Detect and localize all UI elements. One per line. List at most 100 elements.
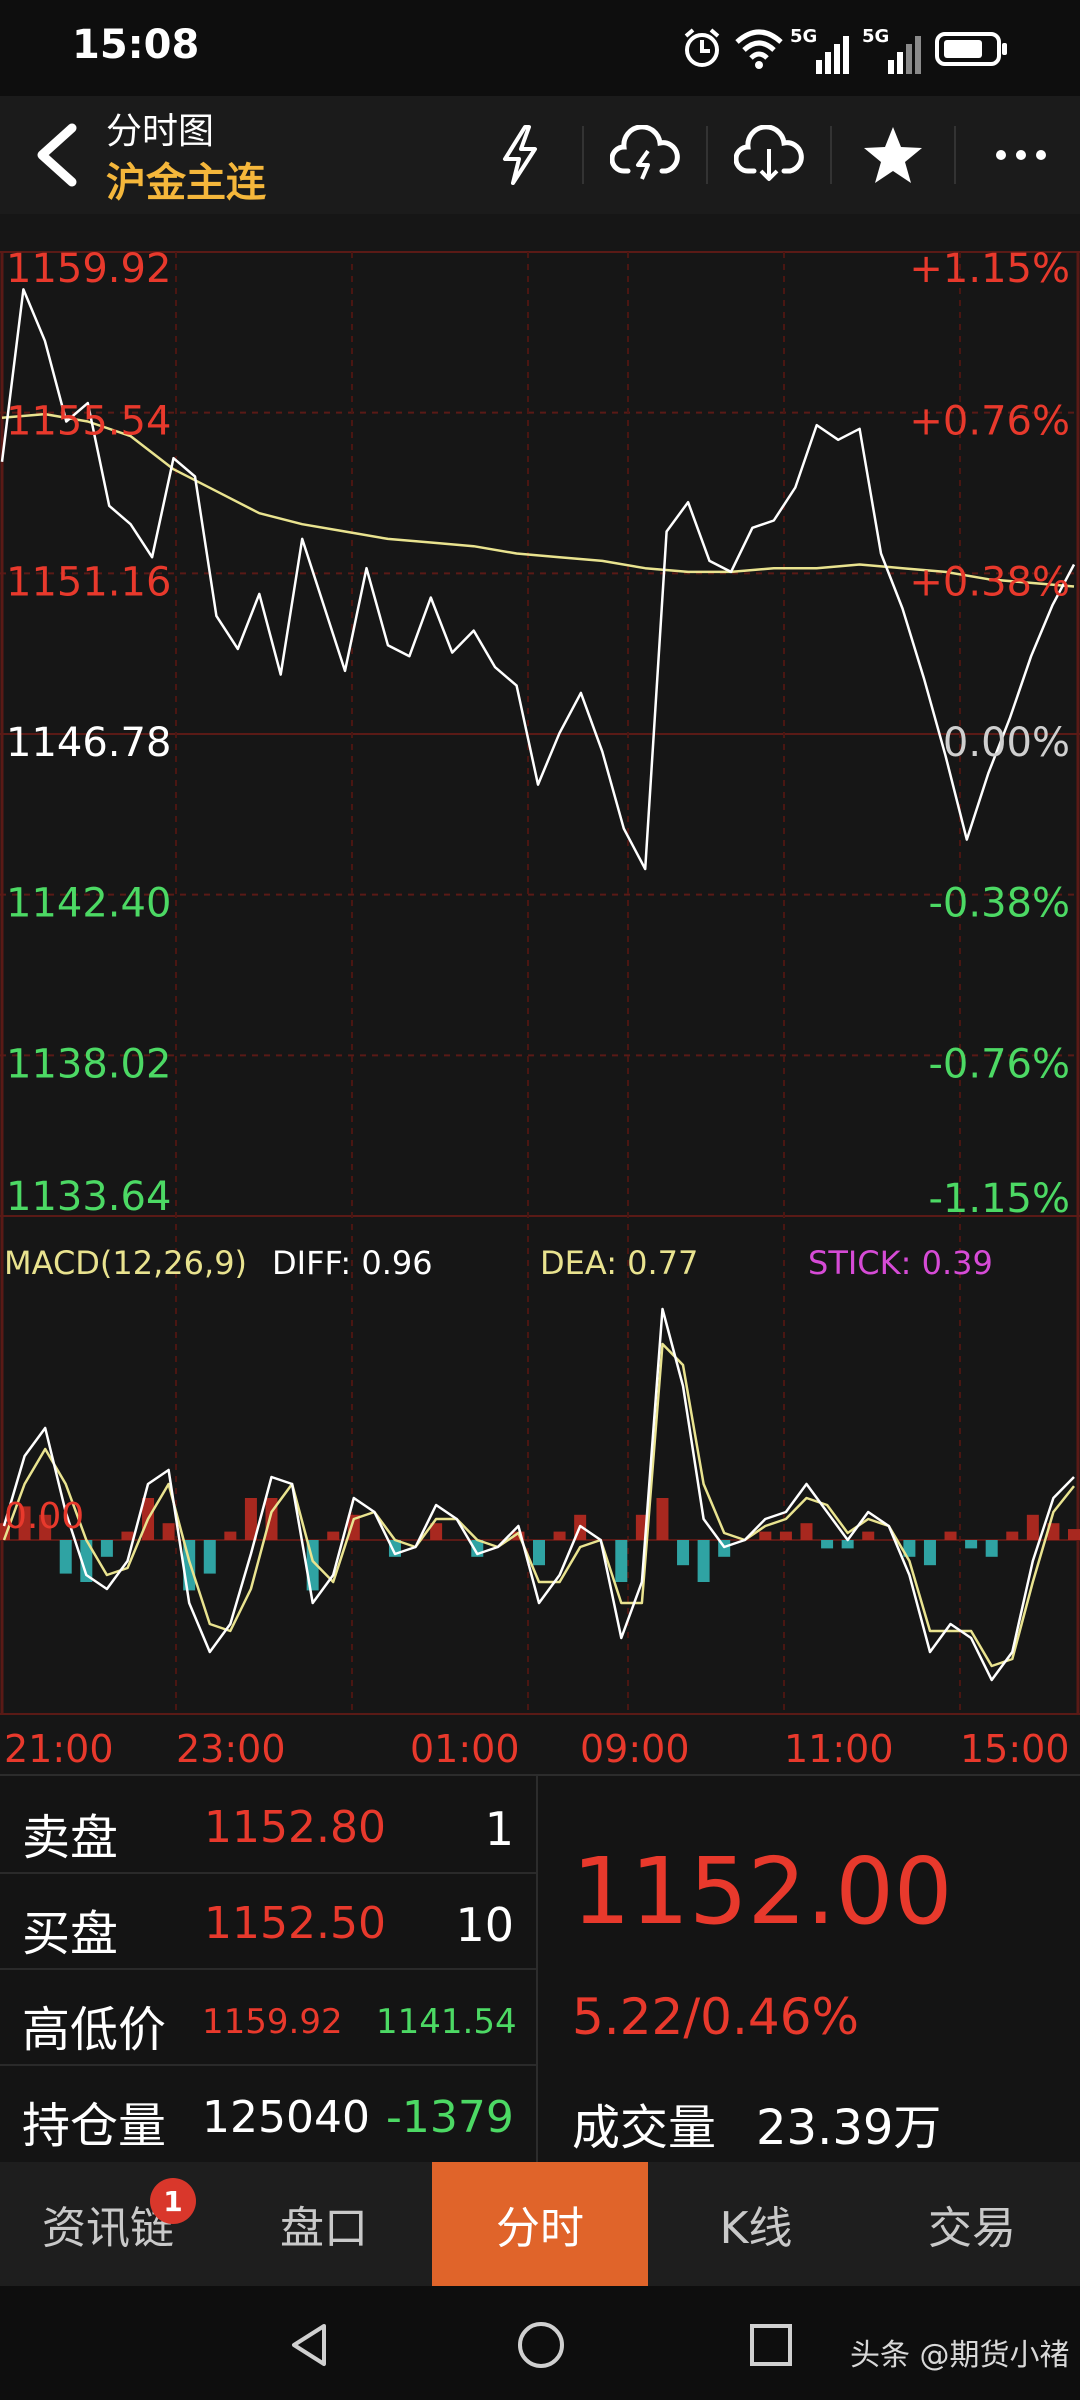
battery-icon [935, 32, 1007, 66]
macd-histogram-bar [697, 1540, 710, 1582]
nav-back-icon[interactable] [284, 2320, 334, 2370]
tab-intraday-label: 分时 [496, 2203, 584, 2254]
tab-news[interactable]: 资讯链 1 [0, 2162, 216, 2286]
macd-histogram-bar [1006, 1531, 1019, 1540]
macd-histogram-bar [862, 1531, 875, 1540]
intraday-chart[interactable]: 1159.92 1155.54 1151.16 1146.78 1142.40 1138.… [0, 214, 1080, 1774]
time-axis-label: 09:00 [580, 1727, 690, 1771]
ask-price: 1152.80 [204, 1802, 386, 1853]
macd-histogram-bar [1026, 1514, 1039, 1540]
macd-dea-value: DEA: 0.77 [540, 1244, 698, 1282]
bid-qty: 10 [455, 1898, 514, 1952]
bid-row: 买盘 1152.50 10 [0, 1872, 536, 1970]
bid-price: 1152.50 [204, 1898, 386, 1949]
cloud-upload-icon [610, 125, 680, 180]
tab-kline[interactable]: K线 [648, 2162, 864, 2286]
time-axis-label: 11:00 [784, 1727, 894, 1771]
macd-histogram-bar [59, 1540, 72, 1574]
macd-histogram-bar [121, 1531, 134, 1540]
tab-trade-label: 交易 [928, 2203, 1016, 2254]
cloud-upload-button[interactable] [600, 110, 690, 200]
macd-histogram-bar [100, 1540, 113, 1557]
time-axis-label: 23:00 [176, 1727, 286, 1771]
macd-histogram-bar [923, 1540, 936, 1566]
bottom-tab-bar: 资讯链 1 盘口 分时 K线 交易 [0, 2162, 1080, 2286]
open-interest-row: 持仓量 125040 -1379 [0, 2064, 536, 2160]
high-low-label: 高低价 [22, 2002, 167, 2058]
time-axis-label: 01:00 [410, 1727, 520, 1771]
wifi-icon [735, 29, 783, 69]
macd-diff-value: DIFF: 0.96 [272, 1244, 433, 1282]
top-header: 分时图 沪金主连 [0, 96, 1080, 214]
macd-histogram-bar [944, 1531, 957, 1540]
macd-histogram-bar [841, 1540, 854, 1549]
cloud-download-button[interactable] [724, 110, 814, 200]
nav-home-icon[interactable] [514, 2318, 568, 2372]
low-price: 1141.54 [376, 2002, 517, 2042]
macd-histogram-bar [327, 1531, 340, 1540]
percent-axis-label: +1.15% [909, 246, 1070, 292]
alarm-icon [684, 28, 720, 67]
percent-axis-label: +0.76% [909, 399, 1070, 445]
ask-qty: 1 [484, 1802, 514, 1856]
lightning-button[interactable] [474, 110, 564, 200]
macd-histogram-bar [677, 1540, 690, 1566]
status-time: 15:08 [72, 22, 200, 68]
macd-histogram-bar [759, 1531, 772, 1540]
volume-label: 成交量 [572, 2100, 717, 2156]
macd-histogram-bar [224, 1531, 237, 1540]
tab-kline-label: K线 [719, 2203, 793, 2254]
favorite-button[interactable] [848, 110, 938, 200]
more-icon [996, 150, 1046, 160]
system-nav-bar: 头条 @期货小禇 [0, 2286, 1080, 2400]
cloud-download-icon [734, 125, 804, 181]
time-axis-label: 15:00 [960, 1727, 1070, 1771]
tab-trade[interactable]: 交易 [864, 2162, 1080, 2286]
news-badge: 1 [150, 2178, 196, 2224]
macd-stick-value: STICK: 0.39 [808, 1244, 993, 1282]
tab-order-book-label: 盘口 [280, 2203, 368, 2254]
macd-histogram-bar [203, 1540, 216, 1574]
contract-name[interactable]: 沪金主连 [106, 150, 266, 208]
back-chevron-icon[interactable] [22, 116, 92, 194]
open-interest-label: 持仓量 [22, 2098, 167, 2154]
percent-axis-label: -0.38% [928, 881, 1070, 927]
tab-order-book[interactable]: 盘口 [216, 2162, 432, 2286]
last-price: 1152.00 [572, 1838, 953, 1945]
page-title: 分时图 [106, 111, 215, 152]
macd-diff-line [2, 1307, 1075, 1682]
open-interest-change: -1379 [386, 2092, 514, 2143]
percent-axis-label: +0.38% [909, 559, 1070, 605]
volume-value: 23.39万 [756, 2100, 942, 2156]
open-interest-value: 125040 [202, 2092, 370, 2143]
macd-histogram-bar [779, 1531, 792, 1540]
price-axis-label: 1138.02 [6, 1041, 171, 1087]
macd-histogram-bar [1068, 1529, 1080, 1540]
quote-panel: 卖盘 1152.80 1 买盘 1152.50 10 高低价 1159.92 1… [0, 1774, 1080, 2164]
cell-signal-2-icon: 5G [862, 26, 924, 74]
percent-axis-label: -0.76% [928, 1041, 1070, 1087]
nav-recents-icon[interactable] [746, 2320, 796, 2370]
lightning-icon [503, 125, 537, 185]
tab-intraday[interactable]: 分时 [432, 2162, 648, 2286]
price-axis-label: 1159.92 [6, 246, 171, 292]
star-icon [864, 127, 922, 183]
bid-label: 买盘 [22, 1906, 119, 1962]
macd-label: MACD(12,26,9) [4, 1244, 247, 1282]
time-axis-label: 21:00 [4, 1727, 114, 1771]
macd-zero-label: 0.00 [4, 1496, 84, 1537]
macd-histogram-bar [821, 1540, 834, 1549]
price-axis-label: 1133.64 [6, 1174, 171, 1220]
macd-dea-line [2, 1342, 1075, 1668]
price-axis-label: 1155.54 [6, 399, 171, 445]
macd-histogram-bar [162, 1523, 175, 1540]
macd-histogram-bar [965, 1540, 978, 1549]
macd-histogram-bar [656, 1498, 669, 1540]
macd-histogram-bar [615, 1540, 628, 1582]
price-axis-label: 1146.78 [6, 720, 171, 766]
cell-signal-1-icon: 5G [790, 26, 852, 74]
quote-divider [536, 1776, 538, 2164]
macd-histogram-bar [800, 1523, 813, 1540]
more-button[interactable] [976, 110, 1066, 200]
chart-canvas[interactable]: 1159.92 1155.54 1151.16 1146.78 1142.40 1138.… [0, 214, 1080, 1774]
